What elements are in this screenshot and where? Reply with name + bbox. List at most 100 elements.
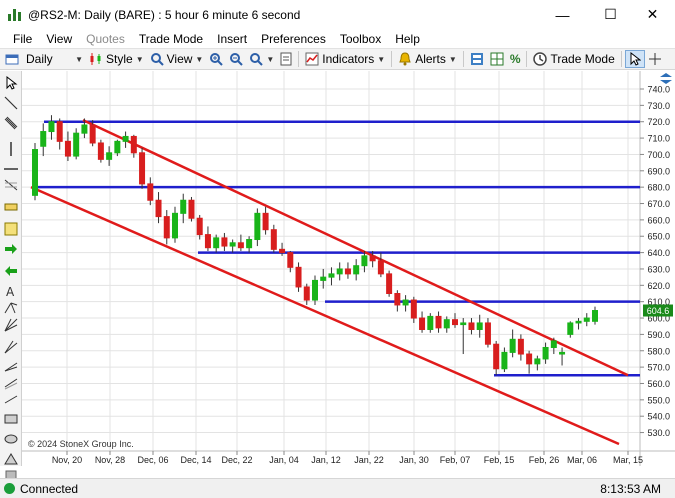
maximize-button[interactable]: ☐ <box>588 0 633 29</box>
menu-file[interactable]: File <box>6 32 39 46</box>
projection-tool[interactable] <box>3 393 19 409</box>
vertical-line-tool[interactable] <box>3 141 19 157</box>
candle-up <box>81 124 88 134</box>
candle-down <box>344 268 351 275</box>
regression-icon <box>4 378 18 390</box>
close-button[interactable]: ✕ <box>630 0 675 29</box>
arrow-right-tool[interactable] <box>3 241 19 257</box>
menu-toolbox[interactable]: Toolbox <box>333 32 388 46</box>
chart-canvas[interactable]: 740.0 730.0 720.0 710.0 700.0 690.0 680.0 670.0… <box>22 71 675 466</box>
chevron-down-icon: ▼ <box>135 54 144 64</box>
candle-down <box>517 338 524 355</box>
price-tick-label: 580.0 <box>647 346 670 356</box>
price-chart[interactable]: 740.0 730.0 720.0 710.0 700.0 690.0 680.0 670.0… <box>22 71 675 466</box>
zoom-menu-button[interactable]: ▼ <box>246 49 277 69</box>
toolbar-separator <box>298 51 300 67</box>
price-tick-label: 530.0 <box>647 428 670 438</box>
candle-up <box>559 351 566 355</box>
zoom-in-button[interactable] <box>206 49 226 69</box>
price-tick-label: 660.0 <box>647 215 670 225</box>
candle-down <box>97 142 104 160</box>
regression-tool[interactable] <box>3 375 19 391</box>
gann-fan-tool[interactable] <box>3 317 19 333</box>
zoom-out-button[interactable] <box>226 49 246 69</box>
arrow-left-tool[interactable] <box>3 263 19 279</box>
fibonacci-tool[interactable] <box>3 177 19 193</box>
view-button[interactable]: View ▼ <box>147 49 207 69</box>
date-tick-label: Nov, 28 <box>95 455 125 465</box>
cycle-lines-icon <box>4 340 18 354</box>
menu-insert[interactable]: Insert <box>210 32 254 46</box>
alerts-label: Alerts <box>415 52 446 66</box>
candle-up <box>336 268 343 275</box>
copyright-notice: © 2024 StoneX Group Inc. <box>28 439 134 449</box>
date-tick-label: Dec, 14 <box>180 455 211 465</box>
candle-up <box>246 239 253 249</box>
candle-down <box>369 255 376 262</box>
horizontal-line-tool[interactable] <box>3 161 19 177</box>
candle-down <box>64 140 71 157</box>
indicators-icon <box>305 52 319 66</box>
indicators-button[interactable]: Indicators ▼ <box>302 49 388 69</box>
style-button[interactable]: Style ▼ <box>86 49 147 69</box>
text-note-tool[interactable] <box>3 221 19 237</box>
menu-preferences[interactable]: Preferences <box>254 32 333 46</box>
date-tick-label: Feb, 26 <box>529 455 560 465</box>
page-icon <box>280 52 292 66</box>
minimize-button[interactable]: — <box>540 0 585 29</box>
quote-board-button[interactable] <box>467 49 487 69</box>
menu-trade-mode[interactable]: Trade Mode <box>132 32 210 46</box>
candlestick-style-icon <box>90 53 101 65</box>
price-tick-label: 710.0 <box>647 134 670 144</box>
ellipse-tool[interactable] <box>3 431 19 447</box>
indicators-label: Indicators <box>322 52 375 66</box>
page-button[interactable] <box>277 49 295 69</box>
triangle-tool[interactable] <box>3 451 19 467</box>
quote-board-icon <box>470 53 483 65</box>
magnifier-icon <box>150 53 164 66</box>
menu-help[interactable]: Help <box>388 32 427 46</box>
candle-up <box>320 276 327 281</box>
fibonacci-icon <box>4 179 18 191</box>
style-label: Style <box>106 52 133 66</box>
alerts-button[interactable]: Alerts ▼ <box>395 49 460 69</box>
trade-mode-button[interactable]: Trade Mode <box>530 49 617 69</box>
candle-down <box>147 183 154 201</box>
ruler-tool[interactable] <box>3 199 19 215</box>
channel-tool[interactable] <box>3 115 19 131</box>
price-tick-label: 720.0 <box>647 117 670 127</box>
toolbar-separator <box>391 51 393 67</box>
pitchfork-tool[interactable] <box>3 299 19 315</box>
projection-icon <box>4 395 18 404</box>
arrow-cursor-tool[interactable] <box>3 75 19 91</box>
interval-selector[interactable]: Daily ▼ <box>0 49 86 69</box>
trend-line-tool[interactable] <box>3 95 19 111</box>
rectangle-icon <box>4 414 18 424</box>
candle-up <box>254 212 261 241</box>
candle-up <box>476 322 483 330</box>
chevron-down-icon: ▼ <box>377 54 386 64</box>
layout-button[interactable] <box>487 49 507 69</box>
app-chart-icon <box>8 8 22 22</box>
cycle-lines-tool[interactable] <box>3 339 19 355</box>
candle-down <box>419 317 426 330</box>
menu-view[interactable]: View <box>39 32 79 46</box>
candle-down <box>377 260 384 275</box>
price-tick-label: 540.0 <box>647 412 670 422</box>
candle-down <box>262 212 269 231</box>
select-cursor-button[interactable] <box>624 50 645 68</box>
candle-down <box>155 199 162 218</box>
speed-lines-tool[interactable] <box>3 357 19 373</box>
status-clock: 8:13:53 AM <box>600 482 661 496</box>
text-tool[interactable]: A <box>3 283 19 299</box>
svg-text:A: A <box>6 285 15 299</box>
candle-down <box>204 234 211 249</box>
crosshair-button[interactable] <box>645 49 665 69</box>
percent-button[interactable]: % <box>507 49 524 69</box>
maximize-icon: ☐ <box>604 6 617 22</box>
close-icon: ✕ <box>646 6 659 22</box>
price-tick-label: 560.0 <box>647 379 670 389</box>
menu-quotes[interactable]: Quotes <box>79 32 132 46</box>
date-tick-label: Jan, 30 <box>399 455 429 465</box>
rectangle-tool[interactable] <box>3 411 19 427</box>
